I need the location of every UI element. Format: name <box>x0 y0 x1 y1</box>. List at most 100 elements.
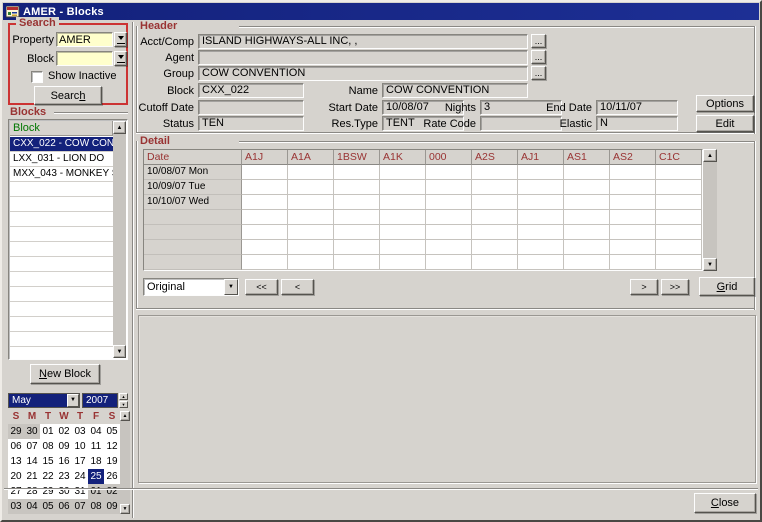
grid-button[interactable]: Grid <box>699 277 755 296</box>
prev-page-button[interactable]: < <box>281 279 314 295</box>
calendar-day[interactable]: 01 <box>40 424 56 439</box>
acct-comp-field[interactable]: ISLAND HIGHWAYS-ALL INC, , <box>198 34 528 49</box>
detail-data-cell[interactable] <box>288 195 334 210</box>
detail-data-cell[interactable] <box>472 255 518 270</box>
calendar-day[interactable]: 30 <box>56 484 72 499</box>
detail-data-cell[interactable] <box>242 195 288 210</box>
block-search-input[interactable] <box>56 51 113 66</box>
block-lov-button[interactable] <box>114 51 127 66</box>
detail-data-cell[interactable] <box>380 165 426 180</box>
calendar-day[interactable]: 16 <box>56 454 72 469</box>
detail-data-cell[interactable] <box>288 180 334 195</box>
calendar-day[interactable]: 17 <box>72 454 88 469</box>
detail-scrollbar[interactable]: ▲ ▼ <box>703 149 717 271</box>
detail-data-cell[interactable] <box>288 240 334 255</box>
calendar-day[interactable]: 06 <box>56 499 72 514</box>
calendar-day[interactable]: 02 <box>104 484 120 499</box>
detail-data-cell[interactable] <box>472 225 518 240</box>
detail-data-cell[interactable] <box>288 225 334 240</box>
property-input[interactable] <box>56 32 113 47</box>
detail-data-cell[interactable] <box>380 195 426 210</box>
detail-data-cell[interactable] <box>518 225 564 240</box>
detail-data-cell[interactable] <box>426 210 472 225</box>
calendar-day[interactable]: 27 <box>8 484 24 499</box>
calendar-day[interactable]: 30 <box>24 424 40 439</box>
detail-data-cell[interactable] <box>426 255 472 270</box>
calendar-day[interactable]: 09 <box>104 499 120 514</box>
detail-data-cell[interactable] <box>288 255 334 270</box>
chevron-down-icon[interactable]: ▼ <box>224 279 238 295</box>
calendar-day[interactable]: 28 <box>24 484 40 499</box>
detail-data-cell[interactable] <box>334 195 380 210</box>
name-field[interactable]: COW CONVENTION <box>382 83 528 98</box>
calendar-day[interactable]: 20 <box>8 469 24 484</box>
detail-data-cell[interactable] <box>472 210 518 225</box>
calendar-day[interactable]: 29 <box>40 484 56 499</box>
detail-data-cell[interactable] <box>334 225 380 240</box>
detail-data-cell[interactable] <box>472 195 518 210</box>
detail-data-cell[interactable] <box>656 165 702 180</box>
detail-data-cell[interactable] <box>610 225 656 240</box>
detail-data-cell[interactable] <box>380 225 426 240</box>
detail-data-cell[interactable] <box>656 195 702 210</box>
detail-data-cell[interactable] <box>472 180 518 195</box>
block-field[interactable]: CXX_022 <box>198 83 304 98</box>
detail-data-cell[interactable] <box>610 240 656 255</box>
calendar-day[interactable]: 25 <box>88 469 104 484</box>
block-list-item[interactable]: LXX_031 - LION DO <box>10 152 113 167</box>
calendar-day[interactable]: 21 <box>24 469 40 484</box>
scroll-down-icon[interactable]: ▼ <box>703 258 717 271</box>
calendar-day[interactable]: 15 <box>40 454 56 469</box>
detail-data-cell[interactable] <box>610 180 656 195</box>
detail-data-cell[interactable] <box>380 180 426 195</box>
detail-data-cell[interactable] <box>564 180 610 195</box>
calendar-day[interactable]: 31 <box>72 484 88 499</box>
calendar-day[interactable]: 13 <box>8 454 24 469</box>
calendar-day[interactable]: 11 <box>88 439 104 454</box>
detail-data-cell[interactable] <box>518 165 564 180</box>
elastic-field[interactable]: N <box>596 116 678 131</box>
group-field[interactable]: COW CONVENTION <box>198 66 528 81</box>
spin-up-icon[interactable]: ▲ <box>119 393 128 400</box>
calendar-day[interactable]: 05 <box>104 424 120 439</box>
detail-view-select[interactable]: Original ▼ <box>143 278 239 296</box>
detail-data-cell[interactable] <box>380 210 426 225</box>
calendar-day[interactable]: 12 <box>104 439 120 454</box>
detail-data-cell[interactable] <box>334 255 380 270</box>
property-lov-button[interactable] <box>114 32 127 47</box>
detail-data-cell[interactable] <box>426 225 472 240</box>
detail-data-cell[interactable] <box>242 165 288 180</box>
scroll-down-icon[interactable]: ▼ <box>113 345 126 358</box>
detail-data-cell[interactable] <box>518 255 564 270</box>
calendar-day[interactable]: 10 <box>72 439 88 454</box>
detail-data-cell[interactable] <box>380 255 426 270</box>
detail-data-cell[interactable] <box>518 195 564 210</box>
calendar-day[interactable]: 08 <box>40 439 56 454</box>
detail-data-cell[interactable] <box>426 195 472 210</box>
detail-data-cell[interactable] <box>564 195 610 210</box>
blocks-scrollbar[interactable]: ▲ ▼ <box>113 121 126 358</box>
detail-data-cell[interactable] <box>656 240 702 255</box>
last-page-button[interactable]: >> <box>661 279 689 295</box>
status-field[interactable]: TEN <box>198 116 304 131</box>
scroll-up-icon[interactable]: ▲ <box>113 121 126 134</box>
calendar-day[interactable]: 26 <box>104 469 120 484</box>
calendar-day[interactable]: 03 <box>72 424 88 439</box>
group-lov-button[interactable]: ... <box>531 66 546 80</box>
detail-data-cell[interactable] <box>564 225 610 240</box>
detail-data-cell[interactable] <box>564 210 610 225</box>
cutoff-date-field[interactable] <box>198 100 304 115</box>
scroll-up-icon[interactable]: ▲ <box>703 149 717 162</box>
detail-data-cell[interactable] <box>564 240 610 255</box>
calendar-scrollbar[interactable]: ▲ ▼ <box>120 411 130 514</box>
detail-data-cell[interactable] <box>610 255 656 270</box>
calendar-day[interactable]: 03 <box>8 499 24 514</box>
calendar-day[interactable]: 01 <box>88 484 104 499</box>
detail-data-cell[interactable] <box>380 240 426 255</box>
close-button[interactable]: Close <box>694 493 756 513</box>
chevron-down-icon[interactable]: ▼ <box>67 394 79 407</box>
detail-data-cell[interactable] <box>334 210 380 225</box>
detail-data-cell[interactable] <box>656 225 702 240</box>
detail-data-cell[interactable] <box>288 165 334 180</box>
detail-data-cell[interactable] <box>518 210 564 225</box>
